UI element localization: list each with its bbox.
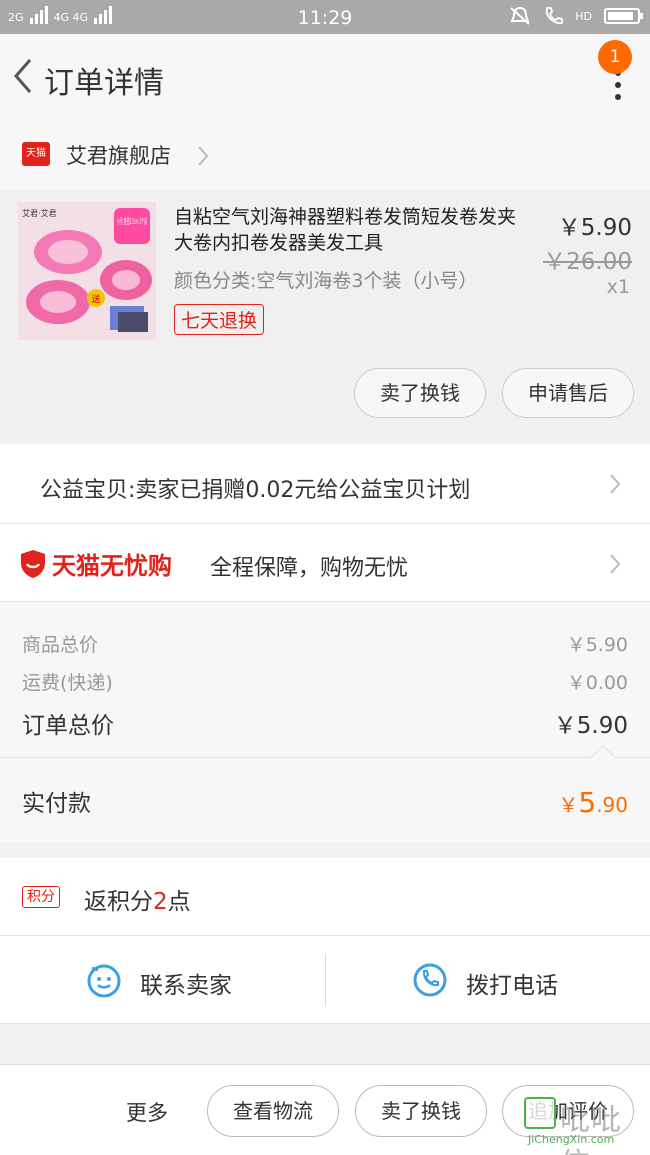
tmall-logo-icon: 天猫: [22, 142, 50, 166]
call-label: 拨打电话: [466, 973, 558, 999]
caret-up-icon: [590, 745, 616, 758]
chevron-right-icon: [610, 474, 621, 494]
guarantee-row[interactable]: 天猫无忧购 全程保障，购物无忧: [0, 524, 650, 602]
points-number: 2: [153, 889, 168, 915]
notification-badge: 1: [598, 40, 632, 74]
status-icons: HD: [509, 6, 643, 26]
price-summary: 商品总价 ￥5.90 运费(快递) ￥0.00 订单总价 ￥5.90: [0, 602, 650, 758]
watermark-logo-icon: [524, 1097, 556, 1129]
back-arrow-icon[interactable]: [10, 56, 36, 96]
points-suffix: 点: [167, 889, 191, 915]
thumb-gift-text: 送: [91, 293, 100, 305]
bell-muted-icon: [510, 6, 530, 25]
points-text: 返积分2点: [84, 882, 191, 916]
view-logistics-button[interactable]: 查看物流: [207, 1085, 339, 1137]
tmall-wuyou-logo: 天猫无忧购: [20, 546, 172, 581]
contact-seller-button[interactable]: 联系卖家: [0, 936, 325, 1024]
sell-for-cash-bottom-button[interactable]: 卖了换钱: [355, 1085, 487, 1137]
chevron-right-icon: [198, 146, 209, 166]
shipping-value: ￥0.00: [566, 672, 628, 694]
after-sales-button[interactable]: 申请售后: [502, 368, 634, 418]
shipping-label: 运费(快递): [22, 672, 113, 694]
charity-row[interactable]: 公益宝贝:卖家已捐赠0.02元给公益宝贝计划: [0, 444, 650, 524]
phone-hd-icon: [546, 7, 564, 24]
status-bar: 2G 4G 4G 11:29 HD: [0, 0, 650, 34]
paid-row: 实付款 ￥5.90: [0, 758, 650, 842]
chevron-right-icon: [610, 554, 621, 574]
wuyou-logo-text: 天猫无忧购: [52, 552, 172, 580]
product-price: ￥5.90: [557, 215, 632, 241]
phone-icon: [413, 963, 447, 997]
product-original-price: ￥26.00: [543, 249, 632, 275]
contact-seller-label: 联系卖家: [140, 973, 232, 999]
more-button[interactable]: 更多: [126, 1097, 168, 1127]
thumb-brand-text: 艾君·艾君: [22, 209, 57, 218]
paid-amount: ￥5.90: [558, 786, 628, 819]
paid-currency: ￥: [558, 793, 579, 817]
product-sku: 颜色分类:空气刘海卷3个装（小号）: [174, 270, 478, 292]
site-watermark: 吡吡信 JiChengXin.com: [524, 1095, 644, 1155]
hd-label: HD: [575, 9, 592, 23]
shield-icon: [21, 549, 45, 578]
battery-icon: [604, 8, 643, 24]
chat-face-icon: [87, 964, 121, 998]
watermark-cn: 吡吡信: [560, 1103, 622, 1155]
guarantee-text: 全程保障，购物无忧: [210, 556, 409, 581]
goods-total-label: 商品总价: [22, 634, 99, 656]
paid-dec: .90: [596, 793, 628, 817]
battery-level: [608, 12, 634, 20]
bottom-action-bar: 更多 查看物流 卖了换钱 追加评价 吡吡信 JiChengXin.com: [0, 1064, 650, 1155]
return-policy-tag: 七天退换: [174, 304, 265, 335]
contact-row: 联系卖家 拨打电话: [0, 936, 650, 1024]
watermark-en: JiChengXin.com: [528, 1133, 615, 1146]
product-thumbnail[interactable]: 艾君·艾君 小号 直径2.5cm 3个装 送: [18, 202, 156, 340]
points-tag: 积分: [22, 886, 60, 908]
paid-int: 5: [578, 786, 597, 819]
product-title[interactable]: 自粘空气刘海神器塑料卷发筒短发卷发夹大卷内扣卷发器美发工具: [174, 204, 534, 256]
paid-label: 实付款: [22, 791, 91, 817]
page-header: 订单详情 1: [0, 34, 650, 120]
product-image: 艾君·艾君 小号 直径2.5cm 3个装 送: [18, 202, 156, 340]
goods-total-value: ￥5.90: [566, 634, 628, 656]
call-button[interactable]: 拨打电话: [326, 936, 650, 1024]
sell-for-cash-button[interactable]: 卖了换钱: [354, 368, 486, 418]
order-total-label: 订单总价: [22, 713, 114, 739]
order-total-value: ￥5.90: [553, 713, 628, 739]
points-prefix: 返积分: [84, 889, 153, 915]
page-title: 订单详情: [44, 66, 164, 101]
charity-text: 公益宝贝:卖家已捐赠0.02元给公益宝贝计划: [40, 478, 471, 503]
product-card[interactable]: 艾君·艾君 小号 直径2.5cm 3个装 送 自粘空气刘海神器塑料卷发筒短发卷发…: [0, 190, 650, 438]
shop-name[interactable]: 艾君旗舰店: [66, 140, 171, 170]
shop-row[interactable]: 天猫 艾君旗舰店: [0, 120, 650, 190]
product-quantity: x1: [606, 276, 630, 298]
points-row: 积分 返积分2点: [0, 858, 650, 936]
thumb-size-text: 小号 直径2.5cm 3个装: [117, 216, 147, 226]
